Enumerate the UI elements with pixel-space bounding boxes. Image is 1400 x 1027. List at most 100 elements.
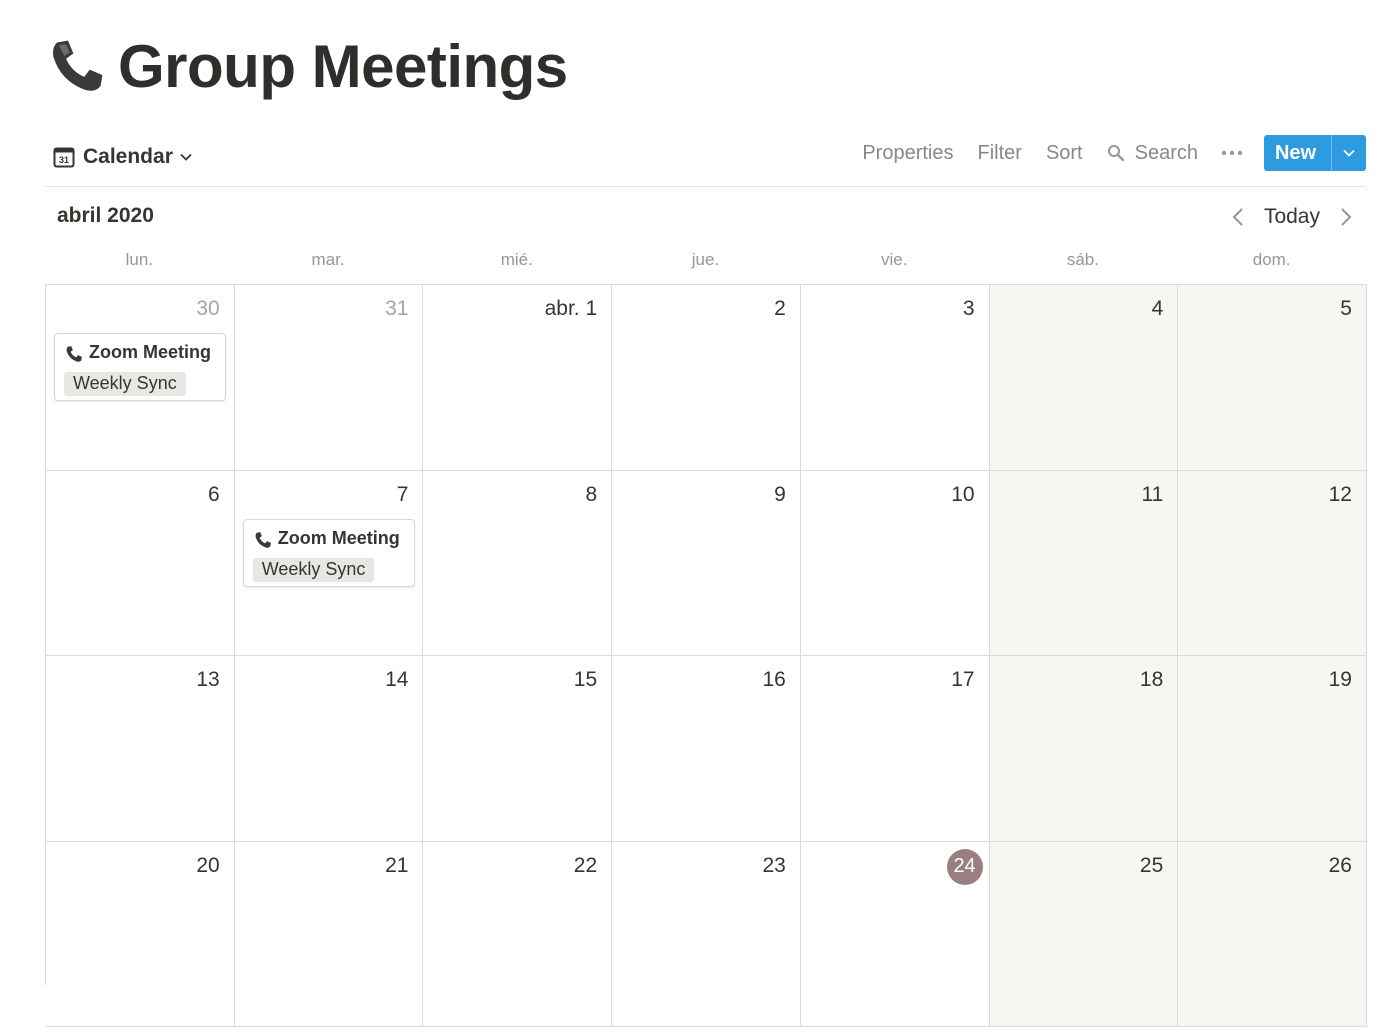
more-options-button[interactable] [1220, 141, 1244, 165]
day-number: 7 [397, 483, 409, 507]
calendar-day-cell[interactable]: 8 [423, 471, 612, 657]
calendar-day-cell[interactable]: 11 [990, 471, 1179, 657]
calendar-day-cell[interactable]: 14 [235, 656, 424, 842]
new-dropdown-button[interactable] [1331, 135, 1366, 171]
calendar-day-cell[interactable]: 20 [46, 842, 235, 1027]
calendar-day-cell[interactable]: 26 [1178, 842, 1367, 1027]
day-number: 6 [208, 483, 220, 507]
event-card[interactable]: Zoom Meeting Weekly Sync [243, 519, 415, 587]
weekday-label: dom. [1177, 250, 1366, 276]
day-number: 13 [196, 668, 219, 692]
calendar-day-cell[interactable]: 21 [235, 842, 424, 1027]
day-number: 9 [774, 483, 786, 507]
page-header: Group Meetings [48, 30, 568, 102]
event-title: Zoom Meeting [65, 342, 211, 363]
day-number: abr. 1 [545, 297, 598, 321]
calendar-day-cell[interactable]: 23 [612, 842, 801, 1027]
day-number: 5 [1340, 297, 1352, 321]
search-label: Search [1135, 142, 1198, 165]
calendar-day-cell[interactable]: 10 [801, 471, 990, 657]
event-title-text: Zoom Meeting [278, 528, 400, 549]
sort-button[interactable]: Sort [1046, 142, 1083, 165]
new-button-group: New [1264, 135, 1366, 171]
event-title: Zoom Meeting [254, 528, 400, 549]
month-navigation: abril 2020 Today [45, 196, 1366, 236]
event-tag: Weekly Sync [253, 558, 375, 582]
day-number: 30 [196, 297, 219, 321]
telephone-icon [65, 345, 83, 363]
previous-month-button[interactable] [1228, 206, 1250, 228]
chevron-left-icon [1228, 206, 1250, 228]
today-day-number: 24 [947, 849, 983, 885]
calendar-day-cell[interactable]: 31 [235, 285, 424, 471]
svg-text:31: 31 [59, 155, 69, 165]
day-number: 21 [385, 854, 408, 878]
month-label: abril 2020 [57, 204, 154, 228]
view-switcher[interactable]: 31 Calendar [53, 140, 193, 174]
weekday-header: lun.mar.mié.jue.vie.sáb.dom. [45, 250, 1366, 276]
page-title: Group Meetings [118, 32, 568, 101]
new-button[interactable]: New [1264, 135, 1331, 171]
weekday-label: mié. [422, 250, 611, 276]
calendar-icon: 31 [53, 146, 75, 168]
toolbar-actions: Properties Filter Sort Search New [838, 134, 1366, 172]
day-number: 2 [774, 297, 786, 321]
calendar-day-cell[interactable]: 19 [1178, 656, 1367, 842]
day-number: 20 [196, 854, 219, 878]
calendar-day-cell[interactable]: 22 [423, 842, 612, 1027]
database-toolbar: 31 Calendar Properties Filter Sort Searc… [45, 130, 1366, 187]
day-number: 12 [1329, 483, 1352, 507]
search-icon [1107, 144, 1125, 162]
event-tag: Weekly Sync [64, 372, 186, 396]
day-number: 19 [1329, 668, 1352, 692]
month-nav-controls: Today [1228, 202, 1356, 232]
day-number: 8 [585, 483, 597, 507]
day-number: 3 [963, 297, 975, 321]
day-number: 23 [762, 854, 785, 878]
event-title-text: Zoom Meeting [89, 342, 211, 363]
calendar-day-cell[interactable]: 7 Zoom Meeting Weekly Sync [235, 471, 424, 657]
day-number: 16 [762, 668, 785, 692]
calendar-day-cell[interactable]: 4 [990, 285, 1179, 471]
calendar-day-cell[interactable]: 12 [1178, 471, 1367, 657]
calendar-day-cell[interactable]: 15 [423, 656, 612, 842]
calendar-day-cell[interactable]: 16 [612, 656, 801, 842]
today-button[interactable]: Today [1264, 205, 1320, 229]
telephone-icon [254, 531, 272, 549]
calendar-day-cell[interactable]: 13 [46, 656, 235, 842]
calendar-day-cell[interactable]: 24 [801, 842, 990, 1027]
calendar-day-cell[interactable]: abr. 1 [423, 285, 612, 471]
day-number: 4 [1152, 297, 1164, 321]
day-number: 10 [951, 483, 974, 507]
next-month-button[interactable] [1334, 206, 1356, 228]
weekday-label: lun. [45, 250, 234, 276]
day-number: 15 [574, 668, 597, 692]
day-number: 11 [1141, 483, 1163, 507]
weekday-label: vie. [800, 250, 989, 276]
ellipsis-icon [1220, 141, 1244, 165]
calendar-day-cell[interactable]: 3 [801, 285, 990, 471]
day-number: 25 [1140, 854, 1163, 878]
view-switcher-label: Calendar [83, 145, 173, 169]
search-button[interactable]: Search [1107, 142, 1198, 165]
filter-button[interactable]: Filter [977, 142, 1021, 165]
day-number: 17 [951, 668, 974, 692]
chevron-down-icon [1342, 146, 1356, 160]
day-number: 14 [385, 668, 408, 692]
calendar-grid: 30Zoom MeetingWeekly Sync31abr. 1234567Z… [45, 284, 1367, 985]
calendar-day-cell[interactable]: 25 [990, 842, 1179, 1027]
event-card[interactable]: Zoom Meeting Weekly Sync [54, 333, 226, 401]
calendar-day-cell[interactable]: 18 [990, 656, 1179, 842]
calendar-day-cell[interactable]: 6 [46, 471, 235, 657]
calendar-day-cell[interactable]: 17 [801, 656, 990, 842]
properties-button[interactable]: Properties [862, 142, 953, 165]
calendar-day-cell[interactable]: 9 [612, 471, 801, 657]
telephone-icon [48, 37, 106, 95]
weekday-label: jue. [611, 250, 800, 276]
weekday-label: mar. [234, 250, 423, 276]
calendar-day-cell[interactable]: 2 [612, 285, 801, 471]
calendar-day-cell[interactable]: 5 [1178, 285, 1367, 471]
chevron-right-icon [1334, 206, 1356, 228]
calendar-day-cell[interactable]: 30 Zoom Meeting Weekly Sync [46, 285, 235, 471]
day-number: 31 [385, 297, 408, 321]
